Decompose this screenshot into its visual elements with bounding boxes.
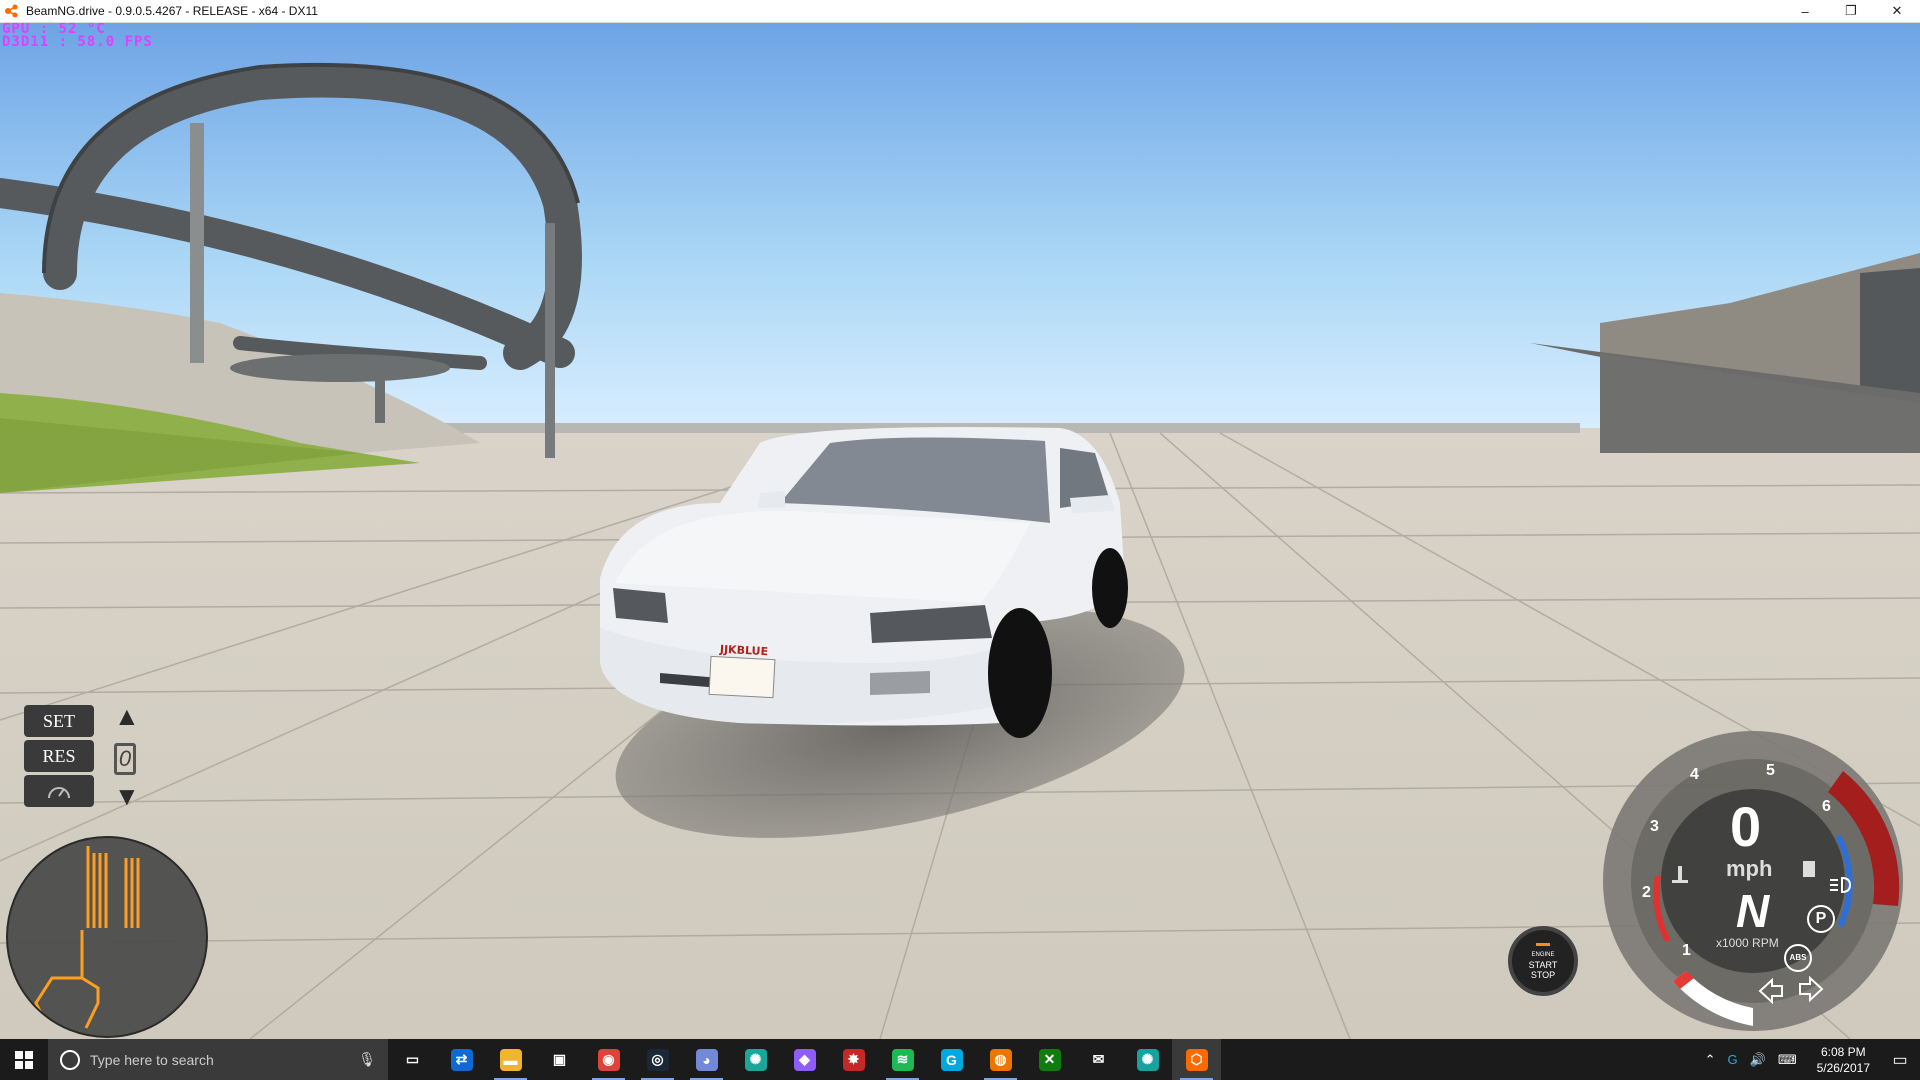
debug-overlay: GPU : 52 °C D3D11 : 58.0 FPS xyxy=(2,23,153,49)
taskbar-logitech-button[interactable]: G xyxy=(927,1039,976,1080)
left-turn-signal-icon xyxy=(1758,977,1783,1005)
spotify-icon: ≋ xyxy=(891,1048,914,1071)
engine-status-indicator xyxy=(1536,942,1550,946)
cruise-control-widget: SET RES ▲ 0 ▼ xyxy=(24,701,144,813)
steam-icon: ◎ xyxy=(646,1048,669,1071)
taskbar-maps-button[interactable]: ◆ xyxy=(780,1039,829,1080)
cruise-set-button[interactable]: SET xyxy=(24,705,94,737)
abs-label: ABS xyxy=(1789,953,1807,962)
taskbar-spotify-button[interactable]: ≋ xyxy=(878,1039,927,1080)
rpm-tick-2: 2 xyxy=(1642,884,1651,901)
fps-readout: D3D11 : 58.0 FPS xyxy=(2,34,153,50)
speed-rpm-gauge: 0 mph N x1000 RPM 1 2 3 4 5 6 P ABS xyxy=(1598,726,1908,1036)
blender-icon: ◍ xyxy=(989,1048,1012,1071)
rpm-tick-4: 4 xyxy=(1690,766,1699,783)
engine-label-line1: ENGINE xyxy=(1531,951,1555,958)
action-center-icon[interactable]: ▭ xyxy=(1880,1050,1920,1070)
rpm-tick-1: 1 xyxy=(1682,942,1691,959)
system-tray: ⌃ G 🔊 ⌨ 6:08 PM 5/26/2017 ▭ xyxy=(1699,1039,1920,1080)
app-teal2-icon: ✺ xyxy=(1136,1048,1159,1071)
cruise-resume-button[interactable]: RES xyxy=(24,740,94,772)
volume-icon[interactable]: 🔊 xyxy=(1750,1052,1766,1068)
abs-indicator: ABS xyxy=(1784,944,1812,972)
app-teal-icon: ✺ xyxy=(744,1048,767,1071)
window-title: BeamNG.drive - 0.9.0.5.4267 - RELEASE - … xyxy=(26,4,318,18)
clock-time: 6:08 PM xyxy=(1820,1044,1866,1059)
speed-readout: 0 xyxy=(1730,795,1762,858)
turn-signal-indicators xyxy=(1758,976,1824,1005)
store-icon: ▣ xyxy=(548,1048,571,1071)
speed-unit-label: mph xyxy=(1726,856,1773,881)
taskbar-store-button[interactable]: ▣ xyxy=(535,1039,584,1080)
taskbar-steam-button[interactable]: ◎ xyxy=(633,1039,682,1080)
cortana-icon xyxy=(60,1049,80,1070)
cruise-decrease-arrow[interactable]: ▼ xyxy=(114,781,140,812)
windows-logo-icon xyxy=(15,1050,33,1069)
keyboard-icon[interactable]: ⌨ xyxy=(1778,1052,1797,1068)
rpm-tick-5: 5 xyxy=(1766,762,1775,779)
window-title-bar: BeamNG.drive - 0.9.0.5.4267 - RELEASE - … xyxy=(0,0,1920,23)
taskbar-teamviewer-button[interactable]: ⇄ xyxy=(437,1039,486,1080)
restore-button[interactable]: ❐ xyxy=(1828,0,1874,22)
taskbar-file-explorer-button[interactable]: ▬ xyxy=(486,1039,535,1080)
microphone-icon[interactable]: 🎙 xyxy=(358,1051,376,1068)
right-turn-signal-icon xyxy=(1799,976,1824,1003)
taskbar-xbox-button[interactable]: ✕ xyxy=(1025,1039,1074,1080)
clock-date: 5/26/2017 xyxy=(1816,1060,1870,1075)
rpm-tick-6: 6 xyxy=(1822,798,1831,815)
taskbar-clock[interactable]: 6:08 PM 5/26/2017 xyxy=(1817,1044,1870,1076)
search-placeholder: Type here to search xyxy=(90,1051,214,1068)
speedometer-icon xyxy=(48,787,70,799)
rpm-tick-3: 3 xyxy=(1650,818,1659,835)
engine-label-line3: STOP xyxy=(1530,969,1556,980)
window-controls: – ❐ ✕ xyxy=(1782,0,1920,22)
engine-label-line2: START xyxy=(1528,959,1558,970)
taskbar-app-red-button[interactable]: ✸ xyxy=(829,1039,878,1080)
headlight-icon xyxy=(1830,876,1852,894)
cruise-increase-arrow[interactable]: ▲ xyxy=(114,701,140,732)
minimap-roads xyxy=(34,846,140,1029)
mail-icon: ✉ xyxy=(1087,1048,1110,1071)
close-button[interactable]: ✕ xyxy=(1874,0,1920,22)
logitech-icon: G xyxy=(940,1048,963,1071)
app-red-icon: ✸ xyxy=(842,1048,865,1071)
parking-brake-label: P xyxy=(1815,910,1827,927)
logitech-tray-icon[interactable]: G xyxy=(1728,1052,1738,1067)
beamng-app-icon xyxy=(5,4,18,18)
taskbar-app-teal-button[interactable]: ✺ xyxy=(731,1039,780,1080)
discord-icon: ◕ xyxy=(695,1048,718,1071)
task-view-icon: ▭ xyxy=(401,1048,424,1071)
show-hidden-icons-icon[interactable]: ⌃ xyxy=(1705,1052,1716,1068)
taskbar-apps: ▭ ⇄ ▬ ▣ ◉ ◎ ◕ ✺ ◆ ✸ ≋ G ◍ ✕ ✉ ✺ ⬡ xyxy=(388,1039,1221,1080)
parking-brake-indicator: P xyxy=(1807,905,1835,933)
taskbar-blender-button[interactable]: ◍ xyxy=(976,1039,1025,1080)
cruise-toggle-button[interactable] xyxy=(24,775,94,807)
taskbar-mail-button[interactable]: ✉ xyxy=(1074,1039,1123,1080)
taskbar-beamng-button[interactable]: ⬡ xyxy=(1172,1039,1221,1080)
taskbar-search-box[interactable]: Type here to search 🎙 xyxy=(48,1039,388,1080)
taskbar-task-view-button[interactable]: ▭ xyxy=(388,1039,437,1080)
taskbar-chrome-button[interactable]: ◉ xyxy=(584,1039,633,1080)
gear-indicator: N xyxy=(1736,885,1770,937)
taskbar-discord-button[interactable]: ◕ xyxy=(682,1039,731,1080)
start-button[interactable] xyxy=(0,1039,48,1080)
navigation-minimap[interactable] xyxy=(6,836,208,1038)
teamviewer-icon: ⇄ xyxy=(450,1048,473,1071)
minimize-button[interactable]: – xyxy=(1782,0,1828,22)
xbox-icon: ✕ xyxy=(1038,1048,1061,1071)
maps-icon: ◆ xyxy=(793,1048,816,1071)
taskbar-app-teal2-button[interactable]: ✺ xyxy=(1123,1039,1172,1080)
cruise-speed-display: 0 xyxy=(114,743,136,775)
beamng-icon: ⬡ xyxy=(1185,1048,1208,1071)
file-explorer-icon: ▬ xyxy=(499,1048,522,1071)
chrome-icon: ◉ xyxy=(597,1048,620,1071)
rpm-scale-label: x1000 RPM xyxy=(1716,936,1779,950)
engine-start-stop-button[interactable]: ENGINE START STOP xyxy=(1508,926,1578,996)
windows-taskbar: Type here to search 🎙 ▭ ⇄ ▬ ▣ ◉ ◎ ◕ ✺ ◆ ✸ ≋ G ◍ ✕ ✉ ✺ ⬡ … xyxy=(0,1039,1920,1080)
